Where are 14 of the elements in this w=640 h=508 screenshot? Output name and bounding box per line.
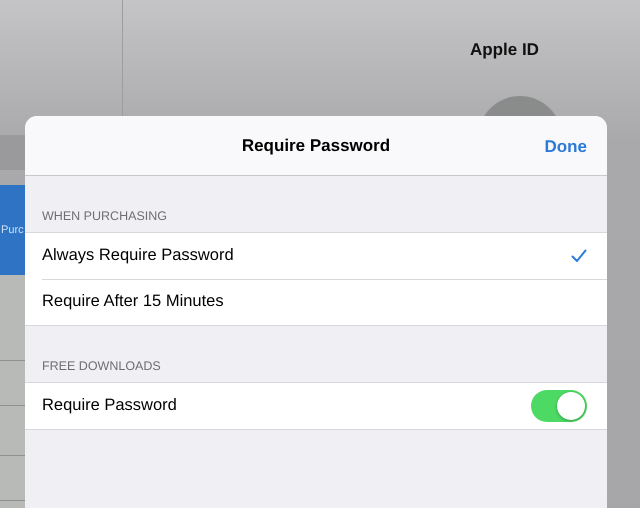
section-header: WHEN PURCHASING [41, 208, 168, 225]
checkmark-icon [571, 248, 587, 263]
option-row[interactable]: Require After 15 Minutes [25, 278, 607, 325]
page-title: Apple ID [470, 39, 539, 61]
option-row[interactable]: Always Require Password [25, 232, 607, 279]
section-header: FREE DOWNLOADS [41, 358, 162, 375]
row-label: Require Password [42, 395, 177, 416]
toggle-switch[interactable] [531, 390, 587, 422]
row-label: Require After 15 Minutes [42, 291, 224, 312]
sheet-title: Require Password [242, 134, 390, 157]
background-band [0, 135, 25, 170]
done-button[interactable]: Done [544, 134, 587, 160]
row-label: Always Require Password [42, 245, 234, 266]
purchase-button[interactable]: Purc [0, 185, 25, 275]
